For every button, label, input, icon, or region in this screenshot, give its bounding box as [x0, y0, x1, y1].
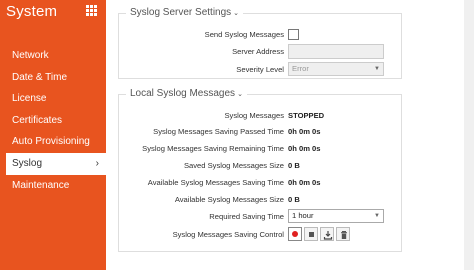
- stop-button[interactable]: [304, 227, 318, 241]
- server-settings-panel: Syslog Server Settings ⌄ Send Syslog Mess…: [118, 7, 403, 79]
- available-size-row: Available Syslog Messages Size 0 B: [174, 195, 300, 204]
- trash-icon: [341, 231, 347, 239]
- severity-level-select[interactable]: Error ▼: [288, 62, 384, 76]
- status-value: STOPPED: [288, 111, 325, 120]
- stop-icon: [309, 232, 314, 237]
- chevron-down-icon: ⌄: [237, 91, 243, 98]
- saving-control-label: Syslog Messages Saving Control: [172, 230, 284, 239]
- select-arrow-icon: ▼: [374, 213, 380, 219]
- sidebar-item-syslog[interactable]: Syslog ›: [6, 152, 106, 175]
- required-time-select[interactable]: 1 hour ▼: [288, 209, 384, 223]
- download-button[interactable]: [320, 227, 334, 241]
- sidebar: System Network Date & Time License Certi…: [0, 0, 106, 270]
- sidebar-item-certificates[interactable]: Certificates: [0, 110, 106, 132]
- sidebar-item-date-time[interactable]: Date & Time: [0, 67, 106, 89]
- right-scroll-strip: [464, 0, 474, 270]
- required-time-row: Required Saving Time 1 hour ▼: [119, 209, 403, 225]
- status-row: Syslog Messages STOPPED: [224, 111, 325, 120]
- local-messages-panel: Local Syslog Messages ⌄ Syslog Messages S…: [118, 88, 403, 252]
- remaining-time-row: Syslog Messages Saving Remaining Time 0h…: [142, 144, 321, 153]
- saving-control-buttons: [288, 227, 350, 242]
- sidebar-item-label: Syslog: [12, 157, 43, 169]
- sidebar-item-network[interactable]: Network: [0, 45, 106, 67]
- send-syslog-row: Send Syslog Messages: [119, 27, 403, 43]
- sidebar-item-license[interactable]: License: [0, 88, 106, 110]
- server-address-label: Server Address: [232, 47, 284, 56]
- server-address-input[interactable]: [288, 44, 384, 59]
- delete-button[interactable]: [336, 227, 350, 241]
- severity-level-row: Severity Level Error ▼: [119, 62, 403, 78]
- chevron-down-icon: ⌄: [233, 10, 240, 17]
- passed-time-row: Syslog Messages Saving Passed Time 0h 0m…: [153, 127, 321, 136]
- send-syslog-label: Send Syslog Messages: [204, 30, 284, 39]
- download-icon: [323, 231, 333, 240]
- sidebar-item-auto-provisioning[interactable]: Auto Provisioning: [0, 131, 106, 153]
- required-time-label: Required Saving Time: [209, 212, 284, 221]
- record-icon: [292, 231, 298, 237]
- select-arrow-icon: ▼: [374, 66, 380, 72]
- chevron-right-icon: ›: [95, 157, 99, 169]
- saved-size-row: Saved Syslog Messages Size 0 B: [183, 161, 300, 170]
- record-button[interactable]: [288, 227, 302, 241]
- severity-level-label: Severity Level: [236, 65, 284, 74]
- local-messages-title[interactable]: Local Syslog Messages ⌄: [126, 88, 247, 99]
- send-syslog-checkbox[interactable]: [288, 29, 299, 40]
- app-title: System: [6, 3, 58, 20]
- sidebar-nav: Network Date & Time License Certificates…: [0, 45, 106, 196]
- server-address-row: Server Address: [119, 44, 403, 60]
- available-time-row: Available Syslog Messages Saving Time 0h…: [147, 178, 321, 187]
- saving-control-row: Syslog Messages Saving Control: [119, 227, 403, 243]
- server-settings-title[interactable]: Syslog Server Settings ⌄: [126, 7, 244, 18]
- sidebar-item-maintenance[interactable]: Maintenance: [0, 175, 106, 197]
- apps-grid-icon[interactable]: [86, 5, 97, 16]
